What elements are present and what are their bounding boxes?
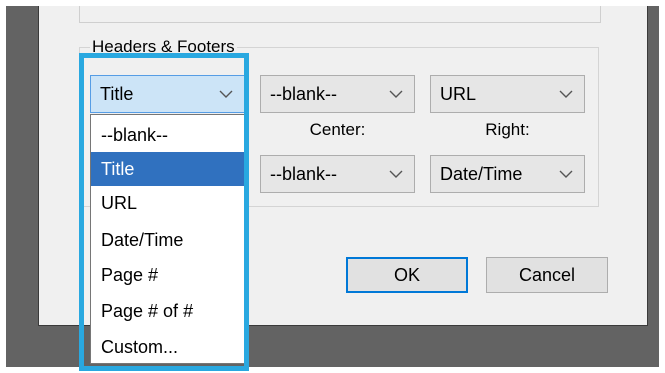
header-right-value: URL bbox=[440, 84, 477, 104]
chevron-down-icon bbox=[388, 76, 404, 112]
dropdown-option-page-number[interactable]: Page # bbox=[91, 258, 244, 292]
dropdown-option-custom[interactable]: Custom... bbox=[91, 330, 244, 364]
footer-right-value: Date/Time bbox=[440, 164, 523, 184]
footer-center-select[interactable]: --blank-- bbox=[260, 155, 415, 193]
cancel-button[interactable]: Cancel bbox=[486, 257, 608, 293]
dropdown-option-blank[interactable]: --blank-- bbox=[91, 118, 244, 152]
header-left-select[interactable]: Title bbox=[90, 75, 245, 113]
center-label: Center: bbox=[309, 120, 366, 139]
dropdown-option-title[interactable]: Title bbox=[91, 152, 244, 186]
top-panel bbox=[79, 6, 601, 23]
chevron-down-icon bbox=[388, 156, 404, 192]
chevron-down-icon bbox=[558, 156, 574, 192]
dropdown-option-date-time[interactable]: Date/Time bbox=[91, 223, 244, 257]
right-label: Right: bbox=[485, 120, 530, 139]
header-right-select[interactable]: URL bbox=[430, 75, 585, 113]
ok-button[interactable]: OK bbox=[346, 257, 468, 293]
header-left-dropdown-list: --blank-- Title URL Date/Time Page # Pag… bbox=[90, 114, 245, 364]
header-left-value: Title bbox=[100, 84, 134, 104]
header-center-select[interactable]: --blank-- bbox=[260, 75, 415, 113]
group-label: Headers & Footers bbox=[90, 37, 237, 57]
footer-right-select[interactable]: Date/Time bbox=[430, 155, 585, 193]
chevron-down-icon bbox=[218, 76, 234, 112]
dropdown-option-page-number-of-total[interactable]: Page # of # bbox=[91, 294, 244, 328]
dropdown-option-url[interactable]: URL bbox=[91, 186, 244, 220]
header-center-value: --blank-- bbox=[270, 84, 338, 104]
footer-center-value: --blank-- bbox=[270, 164, 338, 184]
chevron-down-icon bbox=[558, 76, 574, 112]
